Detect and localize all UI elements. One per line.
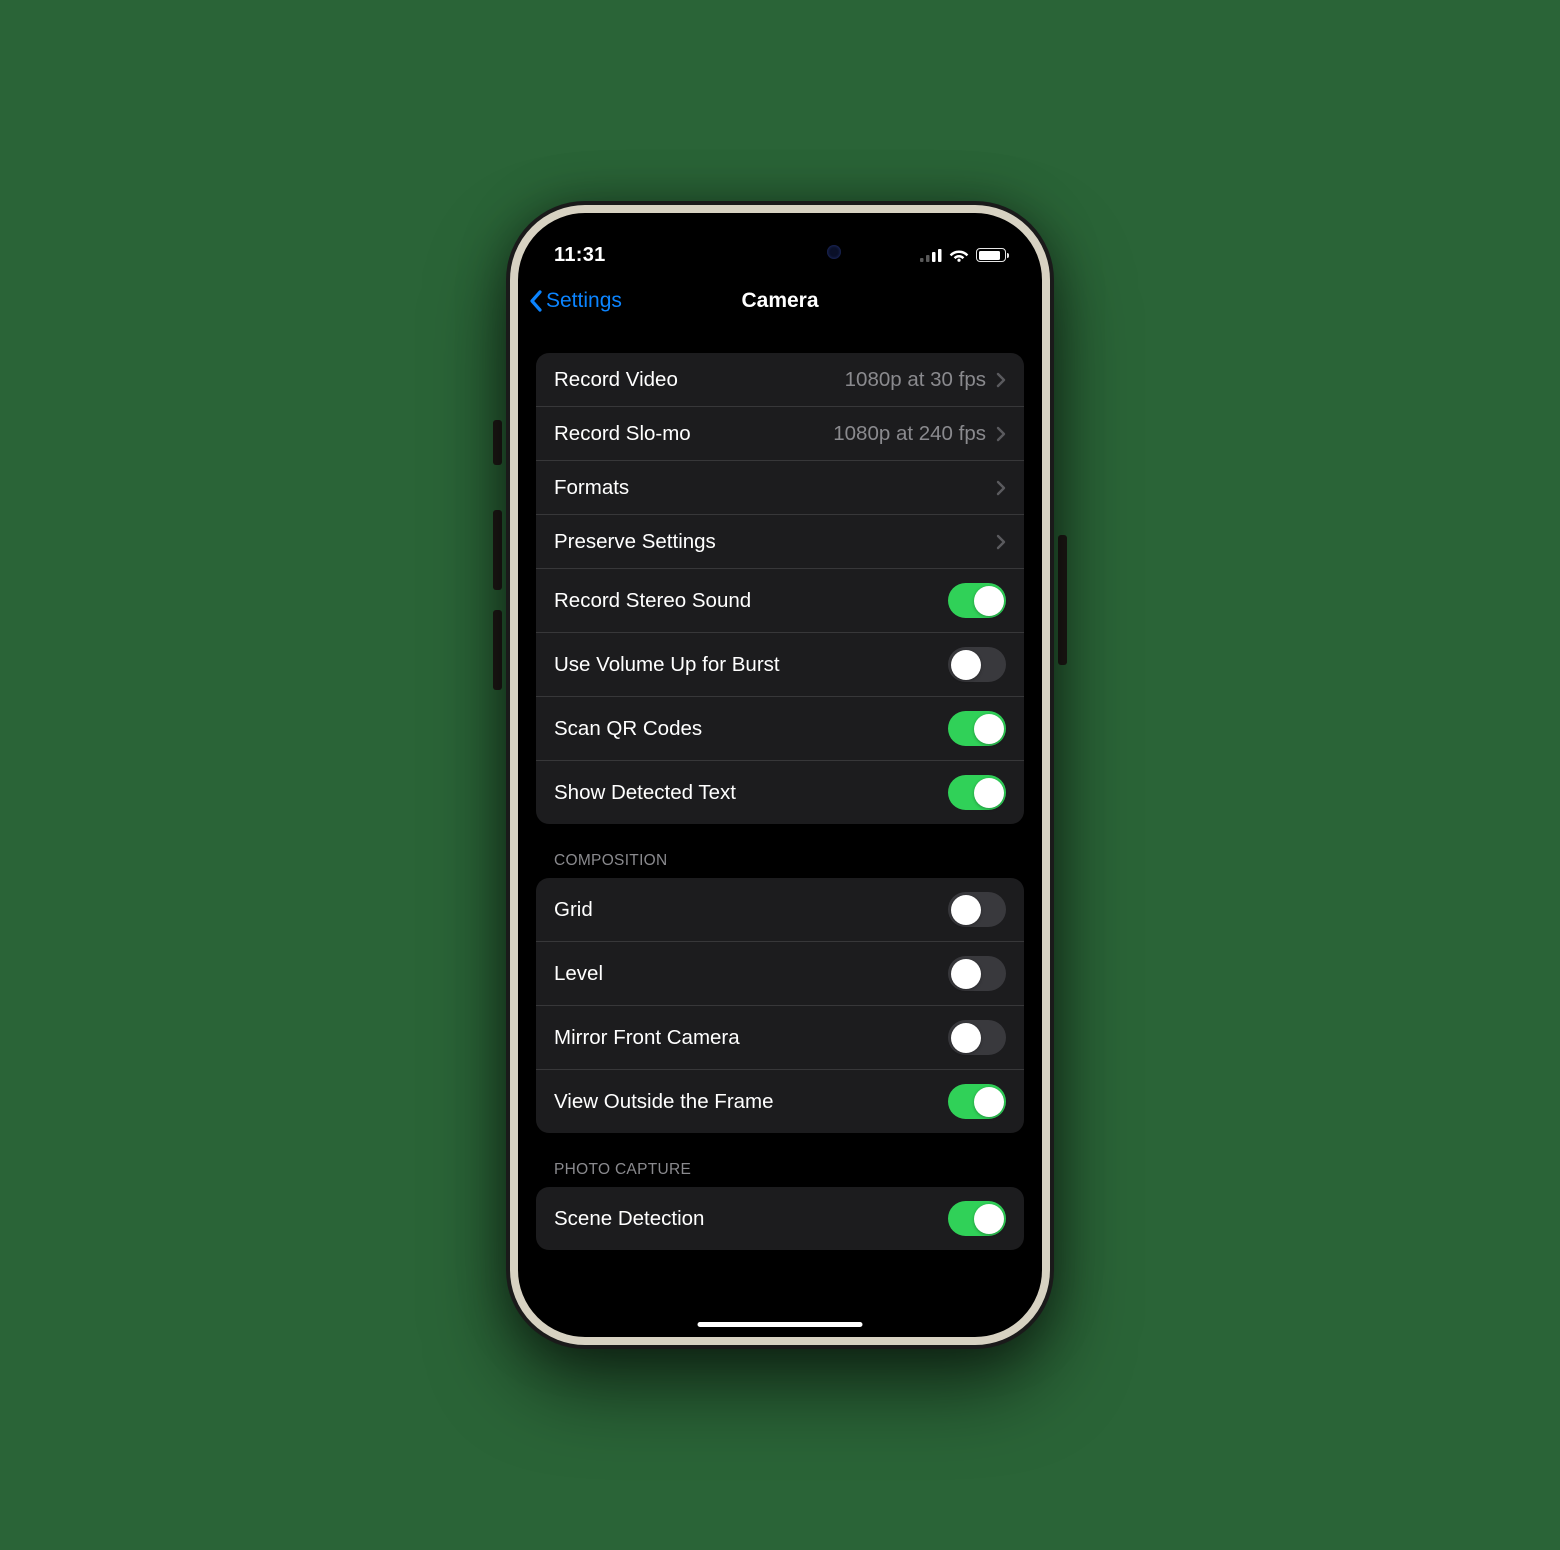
front-camera-icon [827, 245, 841, 259]
row-label: View Outside the Frame [554, 1090, 948, 1114]
row-label: Mirror Front Camera [554, 1026, 948, 1050]
row-show-detected-text: Show Detected Text [536, 761, 1024, 824]
back-button[interactable]: Settings [528, 289, 622, 313]
section-general: Record Video 1080p at 30 fps Record Slo-… [536, 353, 1024, 824]
row-label: Record Slo-mo [554, 422, 833, 446]
row-label: Use Volume Up for Burst [554, 653, 948, 677]
volume-up-button[interactable] [493, 510, 502, 590]
row-volume-up-burst: Use Volume Up for Burst [536, 633, 1024, 697]
silent-switch[interactable] [493, 420, 502, 465]
back-label: Settings [546, 289, 622, 313]
section-composition: COMPOSITION Grid Level Mirror Front Came… [536, 844, 1024, 1133]
wifi-icon [949, 248, 969, 262]
toggle-volume-up-burst[interactable] [948, 647, 1006, 682]
toggle-scan-qr-codes[interactable] [948, 711, 1006, 746]
row-value: 1080p at 30 fps [845, 368, 986, 392]
toggle-grid[interactable] [948, 892, 1006, 927]
cellular-icon [920, 249, 942, 262]
row-label: Scan QR Codes [554, 717, 948, 741]
page-title: Camera [741, 289, 818, 313]
row-record-slomo[interactable]: Record Slo-mo 1080p at 240 fps [536, 407, 1024, 461]
section-header-composition: COMPOSITION [536, 844, 1024, 878]
row-record-stereo-sound: Record Stereo Sound [536, 569, 1024, 633]
row-label: Level [554, 962, 948, 986]
row-label: Formats [554, 476, 996, 500]
volume-down-button[interactable] [493, 610, 502, 690]
group-general: Record Video 1080p at 30 fps Record Slo-… [536, 353, 1024, 824]
chevron-right-icon [996, 534, 1006, 550]
row-view-outside-frame: View Outside the Frame [536, 1070, 1024, 1133]
row-label: Scene Detection [554, 1207, 948, 1231]
row-label: Show Detected Text [554, 781, 948, 805]
nav-bar: Settings Camera [518, 275, 1042, 327]
row-label: Preserve Settings [554, 530, 996, 554]
group-photo-capture: Scene Detection [536, 1187, 1024, 1250]
phone-frame: 11:31 [510, 205, 1050, 1345]
status-time: 11:31 [554, 244, 606, 267]
dynamic-island [701, 231, 859, 273]
chevron-right-icon [996, 480, 1006, 496]
power-button[interactable] [1058, 535, 1067, 665]
row-level: Level [536, 942, 1024, 1006]
settings-list[interactable]: Record Video 1080p at 30 fps Record Slo-… [518, 327, 1042, 1327]
row-label: Grid [554, 898, 948, 922]
battery-icon [976, 248, 1006, 262]
row-record-video[interactable]: Record Video 1080p at 30 fps [536, 353, 1024, 407]
toggle-show-detected-text[interactable] [948, 775, 1006, 810]
row-formats[interactable]: Formats [536, 461, 1024, 515]
toggle-view-outside-frame[interactable] [948, 1084, 1006, 1119]
row-label: Record Video [554, 368, 845, 392]
row-value: 1080p at 240 fps [833, 422, 986, 446]
row-mirror-front-camera: Mirror Front Camera [536, 1006, 1024, 1070]
chevron-right-icon [996, 372, 1006, 388]
row-preserve-settings[interactable]: Preserve Settings [536, 515, 1024, 569]
toggle-mirror-front-camera[interactable] [948, 1020, 1006, 1055]
row-scan-qr-codes: Scan QR Codes [536, 697, 1024, 761]
chevron-left-icon [528, 289, 544, 313]
group-composition: Grid Level Mirror Front Camera View Outs… [536, 878, 1024, 1133]
toggle-scene-detection[interactable] [948, 1201, 1006, 1236]
chevron-right-icon [996, 426, 1006, 442]
section-header-photo-capture: PHOTO CAPTURE [536, 1153, 1024, 1187]
row-grid: Grid [536, 878, 1024, 942]
section-photo-capture: PHOTO CAPTURE Scene Detection [536, 1153, 1024, 1250]
row-scene-detection: Scene Detection [536, 1187, 1024, 1250]
toggle-record-stereo-sound[interactable] [948, 583, 1006, 618]
toggle-level[interactable] [948, 956, 1006, 991]
row-label: Record Stereo Sound [554, 589, 948, 613]
home-indicator[interactable] [698, 1322, 863, 1327]
